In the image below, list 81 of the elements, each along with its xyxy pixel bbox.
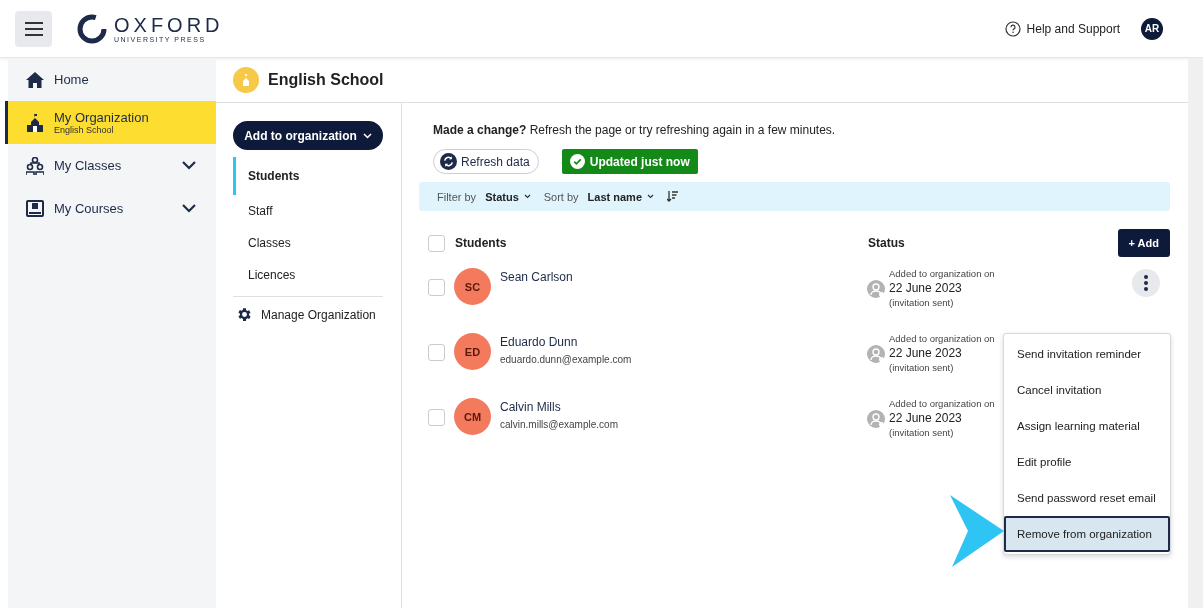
sidebar-label: My Organization: [54, 110, 150, 125]
status-caption: Added to organization on: [889, 268, 995, 279]
help-link[interactable]: Help and Support: [1004, 20, 1120, 37]
menu-icon: [24, 21, 43, 36]
status-note: (invitation sent): [889, 362, 955, 373]
menu-item[interactable]: Send invitation reminder: [1004, 336, 1170, 372]
manage-organization-link[interactable]: Manage Organization: [233, 297, 383, 332]
subnav-tab[interactable]: Licences: [233, 259, 383, 291]
status-caption: Added to organization on: [889, 333, 995, 344]
more-vertical-icon: [1144, 275, 1148, 291]
check-circle-icon: [569, 154, 585, 169]
chevron-down-icon[interactable]: [182, 204, 196, 213]
status-note: (invitation sent): [889, 297, 955, 308]
subnav-tab[interactable]: Staff: [233, 195, 383, 227]
refresh-data-button[interactable]: Refresh data: [433, 149, 539, 174]
menu-item[interactable]: Cancel invitation: [1004, 372, 1170, 408]
sidebar-item[interactable]: My Courses: [5, 187, 216, 230]
row-checkbox[interactable]: [428, 279, 445, 296]
student-email: calvin.mills@example.com: [500, 419, 619, 430]
student-name[interactable]: Eduardo Dunn: [500, 335, 867, 349]
menu-item[interactable]: Edit profile: [1004, 444, 1170, 480]
more-options-button[interactable]: [1132, 269, 1160, 297]
sidebar-label: My Classes: [54, 158, 123, 173]
status-date: 22 June 2023: [889, 411, 963, 425]
sidebar-label: Home: [54, 72, 90, 87]
sort-order-icon[interactable]: [667, 191, 679, 202]
student-email: eduardo.dunn@example.com: [500, 354, 633, 365]
school-icon: [26, 113, 44, 132]
row-checkbox[interactable]: [428, 344, 445, 361]
column-header: Students: [455, 236, 508, 250]
filter-label: Filter by: [437, 190, 477, 203]
caret-icon: [362, 132, 372, 139]
sidebar-item[interactable]: My Organization English School: [5, 101, 216, 144]
subnav-tab[interactable]: Classes: [233, 227, 383, 259]
sidebar-item[interactable]: Home: [5, 58, 216, 101]
chevron-down-icon[interactable]: [182, 161, 196, 170]
pending-user-icon: [867, 280, 885, 298]
add-button[interactable]: + Add: [1117, 229, 1170, 257]
menu-item[interactable]: Send password reset email: [1004, 480, 1170, 516]
caret-icon: [523, 194, 531, 199]
student-name[interactable]: Calvin Mills: [500, 400, 867, 414]
people-group-icon: [26, 156, 44, 175]
sort-dropdown[interactable]: Last name: [587, 190, 659, 203]
student-name[interactable]: Sean Carlson: [500, 270, 867, 284]
book-screen-icon: [26, 199, 44, 218]
scrollbar-track[interactable]: [1188, 58, 1203, 608]
add-to-organization-button[interactable]: Add to organization: [233, 121, 383, 150]
menu-button[interactable]: [15, 10, 52, 47]
logo-ring-icon: [76, 12, 108, 45]
status-filter-dropdown[interactable]: Status: [485, 190, 535, 203]
pending-user-icon: [867, 410, 885, 428]
caret-icon: [647, 194, 655, 199]
sidebar-item[interactable]: My Classes: [5, 144, 216, 187]
user-avatar[interactable]: AR: [1141, 17, 1163, 40]
initials-avatar: SC: [454, 268, 491, 305]
row-checkbox[interactable]: [428, 409, 445, 426]
sidebar-sublabel: English School: [54, 125, 115, 135]
notice-text: Made a change? Refresh the page or try refreshing again in a few minutes.: [433, 123, 837, 137]
initials-avatar: ED: [454, 333, 491, 370]
pointer-arrow-icon: [950, 495, 1006, 567]
status-date: 22 June 2023: [889, 346, 963, 360]
column-header: Status: [868, 236, 906, 250]
menu-item[interactable]: Assign learning material: [1004, 408, 1170, 444]
sort-label: Sort by: [543, 190, 579, 203]
initials-avatar: CM: [454, 398, 491, 435]
refresh-icon: [440, 153, 457, 170]
settings-icon: [236, 306, 253, 323]
status-note: (invitation sent): [889, 427, 955, 438]
updated-status-badge: Updated just now: [561, 149, 698, 174]
menu-item[interactable]: Remove from organization: [1004, 516, 1170, 552]
sidebar-label: My Courses: [54, 201, 125, 216]
organization-title: English School: [268, 71, 384, 89]
organization-icon: [233, 67, 259, 93]
status-date: 22 June 2023: [889, 281, 963, 295]
status-caption: Added to organization on: [889, 398, 995, 409]
select-all-checkbox[interactable]: [428, 234, 445, 252]
help-icon: [1004, 20, 1021, 37]
logo-name: OXFORD: [114, 14, 224, 35]
home-icon: [26, 71, 44, 88]
pending-user-icon: [867, 345, 885, 363]
subnav-tab[interactable]: Students: [233, 157, 383, 195]
